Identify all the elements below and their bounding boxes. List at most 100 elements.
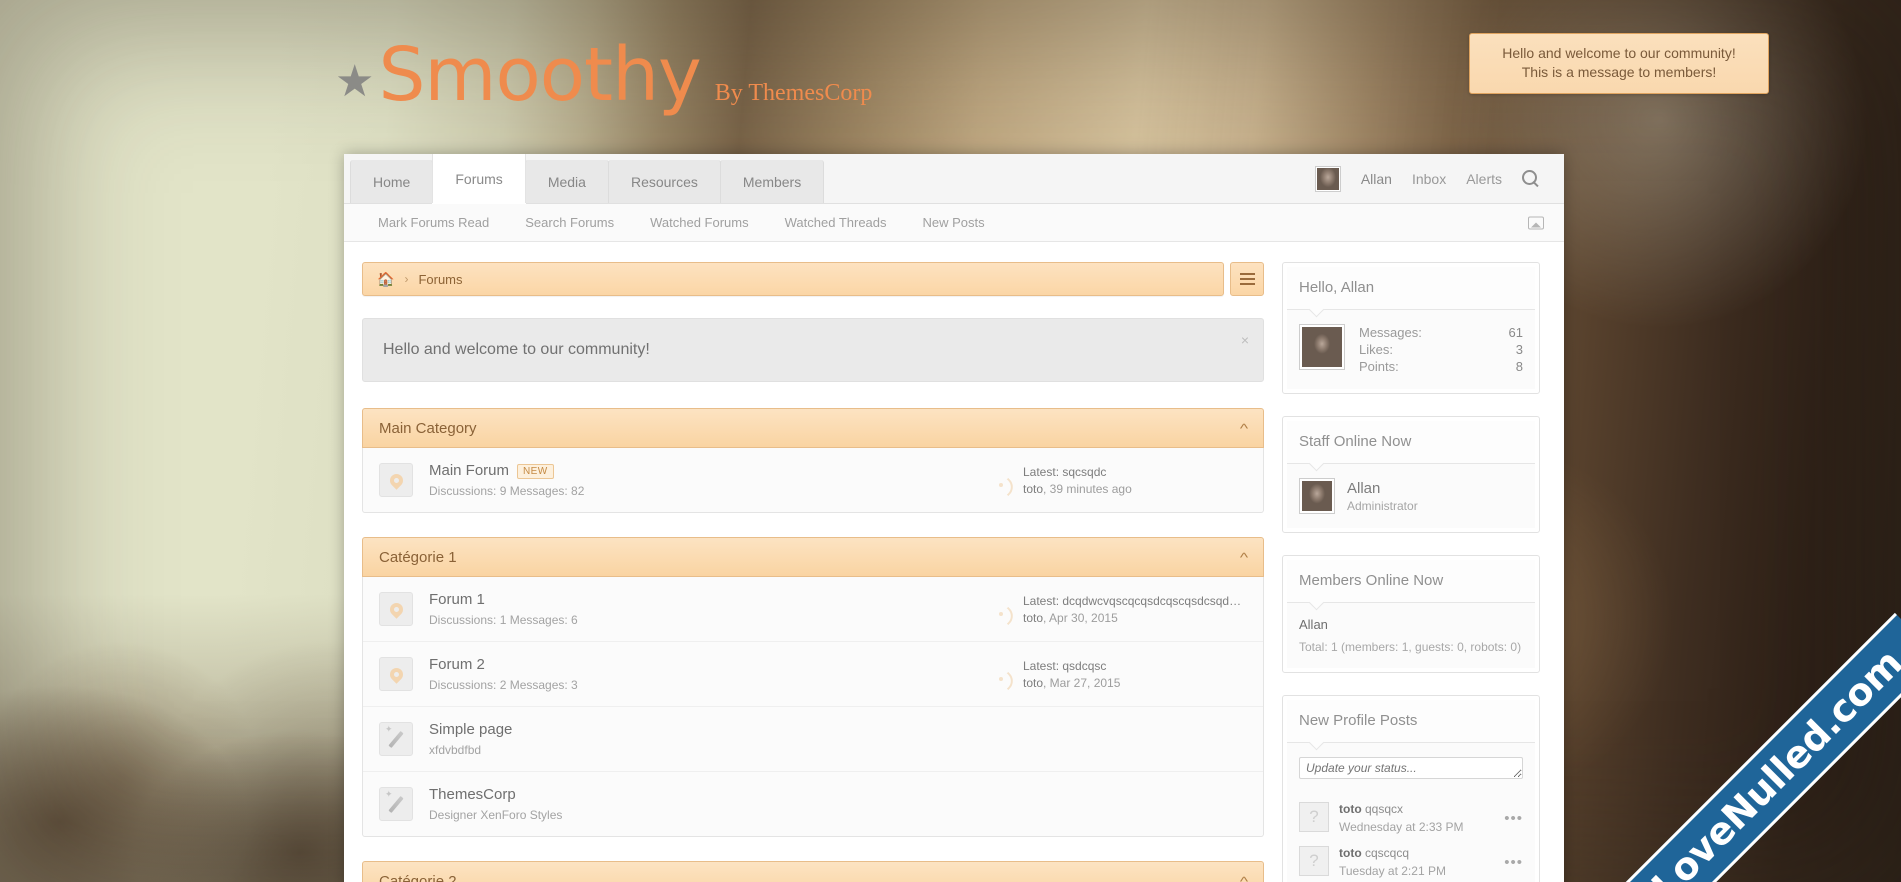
forum-row[interactable]: Main Forum NEW Discussions: 9 Messages: 82… bbox=[363, 448, 1263, 512]
tab-home[interactable]: Home bbox=[350, 160, 434, 203]
profile-post-author[interactable]: toto bbox=[1339, 846, 1362, 860]
forum-name[interactable]: Main Forum bbox=[429, 462, 509, 479]
forum-desc: xfdvbdfbd bbox=[429, 743, 482, 757]
avatar[interactable] bbox=[1299, 478, 1335, 514]
stat-value: 8 bbox=[1515, 359, 1523, 374]
chevron-up-icon[interactable]: ^ bbox=[1240, 874, 1248, 882]
forum-name[interactable]: Simple page bbox=[429, 721, 512, 738]
forum-desc: Designer XenForo Styles bbox=[429, 808, 563, 822]
tab-members[interactable]: Members bbox=[719, 160, 825, 203]
subnav-new-posts[interactable]: New Posts bbox=[905, 215, 1003, 230]
forum-name[interactable]: Forum 2 bbox=[429, 656, 485, 673]
avatar[interactable] bbox=[1314, 165, 1341, 192]
sidebar-hello-title: Hello, Allan bbox=[1287, 267, 1535, 310]
latest-text: Latest: dcqdwcvqscqcqsdcqscqsdcsqdcsq… to… bbox=[1023, 594, 1243, 625]
wand-icon bbox=[385, 724, 406, 749]
close-icon[interactable]: × bbox=[1241, 333, 1249, 347]
star-icon: ★ bbox=[335, 57, 375, 106]
forum-row[interactable]: Simple page xfdvbdfbd bbox=[363, 707, 1263, 772]
rss-icon[interactable] bbox=[997, 666, 1013, 682]
search-icon[interactable] bbox=[1522, 169, 1540, 188]
category-header[interactable]: Catégorie 1 ^ bbox=[362, 537, 1264, 577]
image-gallery-icon[interactable] bbox=[1528, 216, 1544, 229]
latest-meta: toto, Apr 30, 2015 bbox=[1023, 611, 1243, 625]
category-header[interactable]: Catégorie 2 ^ bbox=[362, 861, 1264, 882]
members-total: Total: 1 (members: 1, guests: 0, robots:… bbox=[1299, 640, 1522, 654]
sidebar-members-title: Members Online Now bbox=[1287, 560, 1535, 603]
tab-members-label: Members bbox=[742, 173, 802, 190]
chevron-up-icon[interactable]: ^ bbox=[1240, 550, 1248, 565]
latest-title[interactable]: Latest: qsdcqsc bbox=[1023, 659, 1120, 673]
sidebar-block-members-online: Members Online Now Allan Total: 1 (membe… bbox=[1282, 555, 1540, 673]
tab-media[interactable]: Media bbox=[524, 160, 609, 203]
avatar-image bbox=[1302, 327, 1342, 367]
forum-desc: Discussions: 2 Messages: 3 bbox=[429, 678, 578, 692]
category-block: Catégorie 1 ^ Forum 1 Discussions: 1 Messag… bbox=[362, 537, 1264, 837]
sidebar-block-profile-posts: New Profile Posts ? toto qqsqcx Wednesday … bbox=[1282, 695, 1540, 882]
subnav-watched-forums[interactable]: Watched Forums bbox=[632, 215, 767, 230]
more-options-icon[interactable]: ••• bbox=[1504, 810, 1523, 827]
profile-post: ? toto qqsqcx Wednesday at 2:33 PM ••• bbox=[1299, 796, 1523, 840]
profile-post-author[interactable]: toto bbox=[1339, 802, 1362, 816]
forum-name[interactable]: ThemesCorp bbox=[429, 786, 516, 803]
latest-author[interactable]: toto bbox=[1023, 676, 1043, 690]
subnav-mark-forums-read[interactable]: Mark Forums Read bbox=[360, 215, 507, 230]
tab-resources[interactable]: Resources bbox=[607, 160, 721, 203]
breadcrumb: 🏠 › Forums bbox=[362, 262, 1224, 296]
forum-row[interactable]: ThemesCorp Designer XenForo Styles bbox=[363, 772, 1263, 836]
user-stats: Messages: 61 Likes: 3 Points: 8 bbox=[1299, 324, 1523, 375]
sidebar-profile-posts-body: ? toto qqsqcx Wednesday at 2:33 PM •••? toto… bbox=[1287, 743, 1535, 882]
nav-inbox[interactable]: Inbox bbox=[1412, 171, 1446, 187]
forum-info: ThemesCorp Designer XenForo Styles bbox=[429, 786, 997, 822]
category-list: Main Category ^ Main Forum NEW Discussions: … bbox=[362, 408, 1264, 882]
forum-name[interactable]: Forum 1 bbox=[429, 591, 485, 608]
profile-post-list: ? toto qqsqcx Wednesday at 2:33 PM •••? toto… bbox=[1299, 796, 1523, 882]
forum-info: Main Forum NEW Discussions: 9 Messages: 82 bbox=[429, 462, 997, 498]
breadcrumb-forums[interactable]: Forums bbox=[418, 272, 462, 287]
member-name[interactable]: Allan bbox=[1299, 617, 1523, 632]
nav-username[interactable]: Allan bbox=[1361, 171, 1392, 187]
category-body: Forum 1 Discussions: 1 Messages: 6 Latest:… bbox=[362, 577, 1264, 837]
subnav-watched-threads[interactable]: Watched Threads bbox=[767, 215, 905, 230]
latest-author[interactable]: toto bbox=[1023, 611, 1043, 625]
chevron-up-icon[interactable]: ^ bbox=[1240, 421, 1248, 436]
nav-alerts[interactable]: Alerts bbox=[1466, 171, 1502, 187]
forum-row[interactable]: Forum 1 Discussions: 1 Messages: 6 Latest:… bbox=[363, 577, 1263, 642]
subnav-search-forums[interactable]: Search Forums bbox=[507, 215, 632, 230]
forum-latest: Latest: sqcsqdc toto, 39 minutes ago bbox=[997, 465, 1247, 496]
status-input[interactable] bbox=[1299, 757, 1523, 779]
latest-text: Latest: qsdcqsc toto, Mar 27, 2015 bbox=[1023, 659, 1120, 690]
category-header[interactable]: Main Category ^ bbox=[362, 408, 1264, 448]
profile-post-message: qqsqcx bbox=[1365, 802, 1404, 816]
more-options-icon[interactable]: ••• bbox=[1504, 854, 1523, 871]
category-title: Main Category bbox=[379, 419, 477, 437]
forum-icon bbox=[379, 463, 413, 497]
avatar[interactable]: ? bbox=[1299, 846, 1329, 876]
latest-title[interactable]: Latest: sqcsqdc bbox=[1023, 465, 1132, 479]
hamburger-icon[interactable] bbox=[1230, 262, 1264, 296]
stat-list: Messages: 61 Likes: 3 Points: 8 bbox=[1359, 324, 1523, 375]
tab-resources-label: Resources bbox=[630, 173, 698, 190]
sidebar-staff-title: Staff Online Now bbox=[1287, 421, 1535, 464]
staff-name[interactable]: Allan bbox=[1347, 480, 1418, 497]
avatar[interactable]: ? bbox=[1299, 802, 1329, 832]
avatar[interactable] bbox=[1299, 324, 1345, 370]
map-pin-icon bbox=[386, 470, 406, 490]
rss-icon[interactable] bbox=[997, 472, 1013, 488]
home-icon[interactable]: 🏠 bbox=[377, 272, 394, 286]
latest-title[interactable]: Latest: dcqdwcvqscqcqsdcqscqsdcsqdcsq… bbox=[1023, 594, 1243, 608]
forum-row[interactable]: Forum 2 Discussions: 2 Messages: 3 Latest:… bbox=[363, 642, 1263, 707]
latest-date: , 39 minutes ago bbox=[1043, 481, 1132, 496]
content-column: 🏠 › Forums Hello and welcome to our comm… bbox=[362, 262, 1264, 882]
site-logo[interactable]: ★ Smoothy By ThemesCorp bbox=[335, 38, 872, 112]
breadcrumb-separator: › bbox=[404, 272, 409, 286]
tab-forums-label: Forums bbox=[455, 170, 503, 187]
rss-icon[interactable] bbox=[997, 601, 1013, 617]
latest-author[interactable]: toto bbox=[1023, 482, 1043, 496]
stat-label: Points: bbox=[1359, 359, 1399, 374]
staff-role: Administrator bbox=[1347, 498, 1418, 513]
map-pin-icon bbox=[386, 664, 406, 684]
page-body: 🏠 › Forums Hello and welcome to our comm… bbox=[344, 242, 1564, 882]
category-block: Main Category ^ Main Forum NEW Discussions: … bbox=[362, 408, 1264, 513]
tab-forums[interactable]: Forums bbox=[432, 154, 526, 203]
